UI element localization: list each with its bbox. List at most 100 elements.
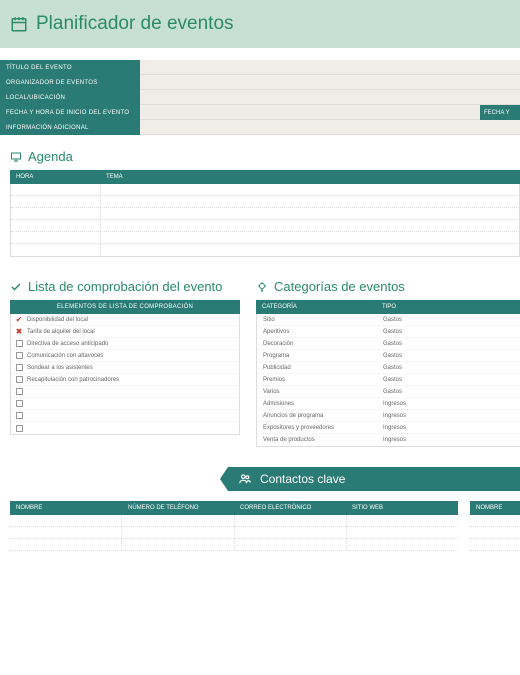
list-item[interactable]: [11, 386, 239, 398]
event-info-block: TÍTULO DEL EVENTO ORGANIZADOR DE EVENTOS…: [0, 60, 520, 135]
checkbox[interactable]: ✖: [11, 328, 27, 335]
info-value[interactable]: [140, 90, 520, 105]
category-name: Aperitivos: [257, 329, 377, 335]
ribbon-tail: [220, 467, 228, 491]
checkbox[interactable]: [11, 400, 27, 407]
category-name: Expositores y proveedores: [257, 425, 377, 431]
table-row[interactable]: AdmisionesIngresos: [257, 398, 520, 410]
table-row[interactable]: [10, 527, 458, 539]
info-value[interactable]: [140, 60, 520, 75]
table-row[interactable]: [11, 220, 519, 232]
category-type: Ingresos: [377, 413, 520, 419]
category-name: Sitio: [257, 317, 377, 323]
table-row[interactable]: SitioGastos: [257, 314, 520, 326]
table-row[interactable]: VariosGastos: [257, 386, 520, 398]
category-name: Varios: [257, 389, 377, 395]
info-row: TÍTULO DEL EVENTO: [0, 60, 520, 75]
agenda-table-body: [10, 184, 520, 257]
table-row[interactable]: DecoraciónGastos: [257, 338, 520, 350]
checkbox[interactable]: [11, 352, 27, 359]
category-type: Gastos: [377, 341, 520, 347]
table-row[interactable]: [11, 208, 519, 220]
table-row[interactable]: Anuncios de programaIngresos: [257, 410, 520, 422]
page-title: Planificador de eventos: [36, 13, 234, 35]
table-row[interactable]: [470, 515, 520, 527]
list-item[interactable]: ✔Disponibilidad del local: [11, 314, 239, 326]
info-value[interactable]: [140, 75, 520, 90]
checklist-table-body: ✔Disponibilidad del local✖Tarifa de alqu…: [10, 314, 240, 435]
info-row: INFORMACIÓN ADICIONAL: [0, 120, 520, 135]
info-label: LOCAL/UBICACIÓN: [0, 90, 140, 105]
table-row[interactable]: [11, 232, 519, 244]
agenda-header: Agenda: [10, 149, 520, 164]
category-name: Admisiones: [257, 401, 377, 407]
table-row[interactable]: PublicidadGastos: [257, 362, 520, 374]
contacts-table-head: NOMBRE NÚMERO DE TELÉFONO CORREO ELECTRÓ…: [10, 501, 458, 515]
category-type: Gastos: [377, 389, 520, 395]
list-item[interactable]: [11, 398, 239, 410]
categories-table-body: SitioGastosAperitivosGastosDecoraciónGas…: [256, 314, 520, 447]
checkbox[interactable]: [11, 364, 27, 371]
info-value[interactable]: [140, 105, 480, 120]
table-row[interactable]: [470, 539, 520, 551]
checkbox[interactable]: ✔: [11, 316, 27, 323]
info-value[interactable]: [140, 120, 520, 135]
col-tema: TEMA: [100, 174, 520, 180]
presentation-icon: [10, 151, 22, 163]
checklist-item-text: Comunicación con altavoces: [27, 353, 103, 359]
list-item[interactable]: Recapitulación con patrocinadores: [11, 374, 239, 386]
checkbox[interactable]: [11, 425, 27, 432]
agenda-title: Agenda: [28, 149, 73, 164]
table-row[interactable]: [11, 244, 519, 256]
people-icon: [238, 472, 252, 486]
col-nombre: NOMBRE: [10, 505, 122, 511]
category-name: Venta de productos: [257, 437, 377, 443]
table-row[interactable]: PremiosGastos: [257, 374, 520, 386]
info-label: TÍTULO DEL EVENTO: [0, 60, 140, 75]
list-item[interactable]: [11, 410, 239, 422]
checkbox[interactable]: [11, 340, 27, 347]
table-row[interactable]: ProgramaGastos: [257, 350, 520, 362]
table-row[interactable]: [11, 196, 519, 208]
checklist-item-text: Sondear a los asistentes: [27, 365, 93, 371]
checklist-item-text: Directiva de acceso anticipado: [27, 341, 108, 347]
list-item[interactable]: [11, 422, 239, 434]
info-label: ORGANIZADOR DE EVENTOS: [0, 75, 140, 90]
contacts-table-head-2: NOMBRE: [470, 501, 520, 515]
checklist-header: Lista de comprobación del evento: [10, 279, 240, 294]
category-name: Decoración: [257, 341, 377, 347]
table-row[interactable]: Expositores y proveedoresIngresos: [257, 422, 520, 434]
col-web: SITIO WEB: [346, 505, 458, 511]
table-row[interactable]: [10, 515, 458, 527]
category-type: Gastos: [377, 365, 520, 371]
table-row[interactable]: AperitivosGastos: [257, 326, 520, 338]
checklist-item-text: Disponibilidad del local: [27, 317, 88, 323]
app-header: Planificador de eventos: [0, 0, 520, 48]
checkbox[interactable]: [11, 412, 27, 419]
contacts-title: Contactos clave: [260, 472, 345, 486]
table-row[interactable]: Venta de productosIngresos: [257, 434, 520, 446]
table-row[interactable]: [10, 539, 458, 551]
list-item[interactable]: Sondear a los asistentes: [11, 362, 239, 374]
category-name: Publicidad: [257, 365, 377, 371]
list-item[interactable]: ✖Tarifa de alquiler del local: [11, 326, 239, 338]
category-type: Gastos: [377, 353, 520, 359]
table-row[interactable]: [470, 527, 520, 539]
checkbox[interactable]: [11, 376, 27, 383]
col-hora: HORA: [10, 174, 100, 180]
category-type: Ingresos: [377, 401, 520, 407]
categories-table-head: CATEGORÍA TIPO: [256, 300, 520, 314]
list-item[interactable]: Comunicación con altavoces: [11, 350, 239, 362]
table-row[interactable]: [11, 184, 519, 196]
contacts-table: NOMBRE NÚMERO DE TELÉFONO CORREO ELECTRÓ…: [10, 501, 520, 551]
checklist-item-text: Recapitulación con patrocinadores: [27, 377, 119, 383]
contacts-ribbon: Contactos clave: [0, 467, 520, 491]
category-type: Gastos: [377, 317, 520, 323]
info-label: FECHA Y HORA DE INICIO DEL EVENTO: [0, 105, 140, 120]
info-row: FECHA Y HORA DE INICIO DEL EVENTO FECHA …: [0, 105, 520, 120]
category-type: Ingresos: [377, 425, 520, 431]
checklist-title: Lista de comprobación del evento: [28, 279, 222, 294]
list-item[interactable]: Directiva de acceso anticipado: [11, 338, 239, 350]
info-label-end: FECHA Y: [480, 105, 520, 120]
checkbox[interactable]: [11, 388, 27, 395]
